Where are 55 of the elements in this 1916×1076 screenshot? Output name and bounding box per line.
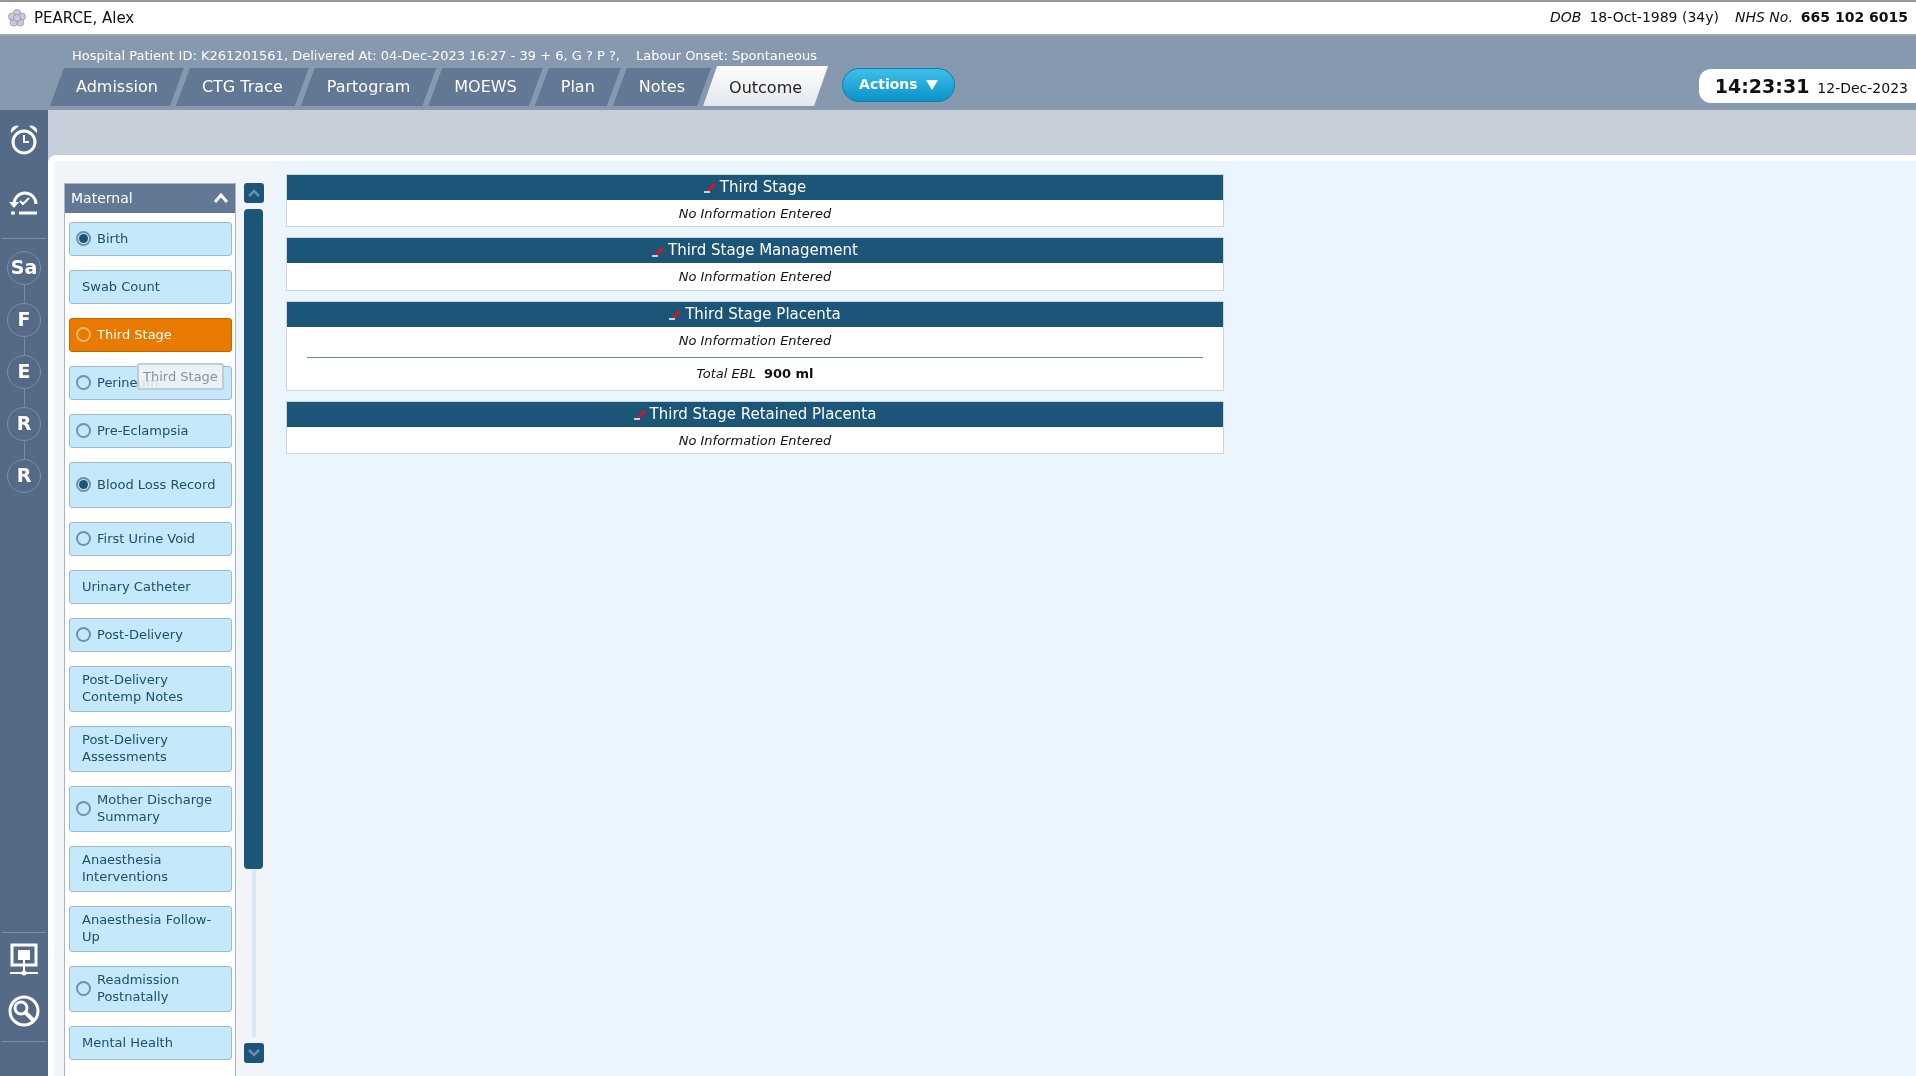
pencil-icon[interactable] [669,308,682,321]
section-title: Third Stage [719,176,807,198]
menu-item[interactable]: Urinary Catheter [69,569,232,604]
menu-item[interactable]: Mother Discharge Summary [69,785,232,832]
section-title: Third Stage Retained Placenta [649,403,877,425]
pencil-icon[interactable] [633,408,646,421]
menu-item[interactable]: Blood Loss Record [69,461,232,508]
tab[interactable]: Notes [612,67,712,106]
empty-message: No Information Entered [677,268,833,287]
menu-item[interactable]: Post-Delivery Contemp Notes [69,665,232,712]
menu-item[interactable]: Birth [69,221,232,256]
dob-label: DOB [1549,8,1582,28]
labour-onset: Labour Onset: Spontaneous [636,46,817,65]
menu-item[interactable]: Anaesthesia Follow-Up [69,905,232,952]
pencil-icon[interactable] [652,244,664,257]
field-label: Total EBL [696,365,756,384]
chevron-down-icon [247,1048,261,1059]
empty-message: No Information Entered [677,431,833,450]
flower-icon [8,8,26,27]
field-value: 900 ml [763,365,814,384]
nhs-label: NHS No. [1735,8,1793,28]
menu-item[interactable]: Post-Delivery Assessments [69,725,232,772]
section-title: Third Stage Placenta [685,303,841,325]
menu-item[interactable]: Post-Delivery [69,617,232,652]
tab[interactable]: Partogram [300,67,437,106]
patient-name: PEARCE, Alex [34,7,135,29]
menu-item[interactable]: Readmission Postnatally [69,965,232,1012]
tab[interactable]: Plan [534,67,621,106]
pencil-icon[interactable] [703,181,716,194]
caret-down-icon [925,79,938,90]
chevron-up-icon [247,188,261,199]
clock-date: 12-Dec-2023 [1817,78,1908,98]
scroll-up-button[interactable] [244,182,264,203]
tab[interactable]: Admission [50,67,184,106]
search-icon[interactable] [8,995,40,1027]
tab[interactable]: MOEWS [428,67,543,106]
tab[interactable]: CTG Trace [175,67,309,106]
menu-item[interactable]: First Urine Void [69,521,232,556]
alarm-clock-icon[interactable] [9,123,39,156]
menu-item[interactable]: Anaesthesia Interventions [69,845,232,892]
menu-item[interactable]: Mental Health [69,1025,232,1060]
menu-item[interactable]: Pre-Eclampsia [69,413,232,448]
patient-details: Hospital Patient ID: K261201561, Delivered At: 04-Dec-2023 16:27 - 39 + 6, G ? P ?, [72,46,620,65]
tab[interactable]: Outcome [703,65,829,106]
chevron-icon[interactable] [213,192,229,205]
scroll-down-button[interactable] [244,1042,264,1063]
section-title: Third Stage Management [668,240,858,262]
menu-header[interactable]: Maternal [65,183,235,213]
empty-message: No Information Entered [677,331,833,350]
clock-time: 14:23:31 [1714,73,1810,99]
menu-item[interactable]: Swab Count [69,269,232,304]
empty-message: No Information Entered [677,204,833,223]
scrollbar-thumb[interactable] [244,208,263,869]
dob-value: 18-Oct-1989 (34y) [1589,8,1719,28]
nhs-number: 665 102 6015 [1800,8,1908,28]
